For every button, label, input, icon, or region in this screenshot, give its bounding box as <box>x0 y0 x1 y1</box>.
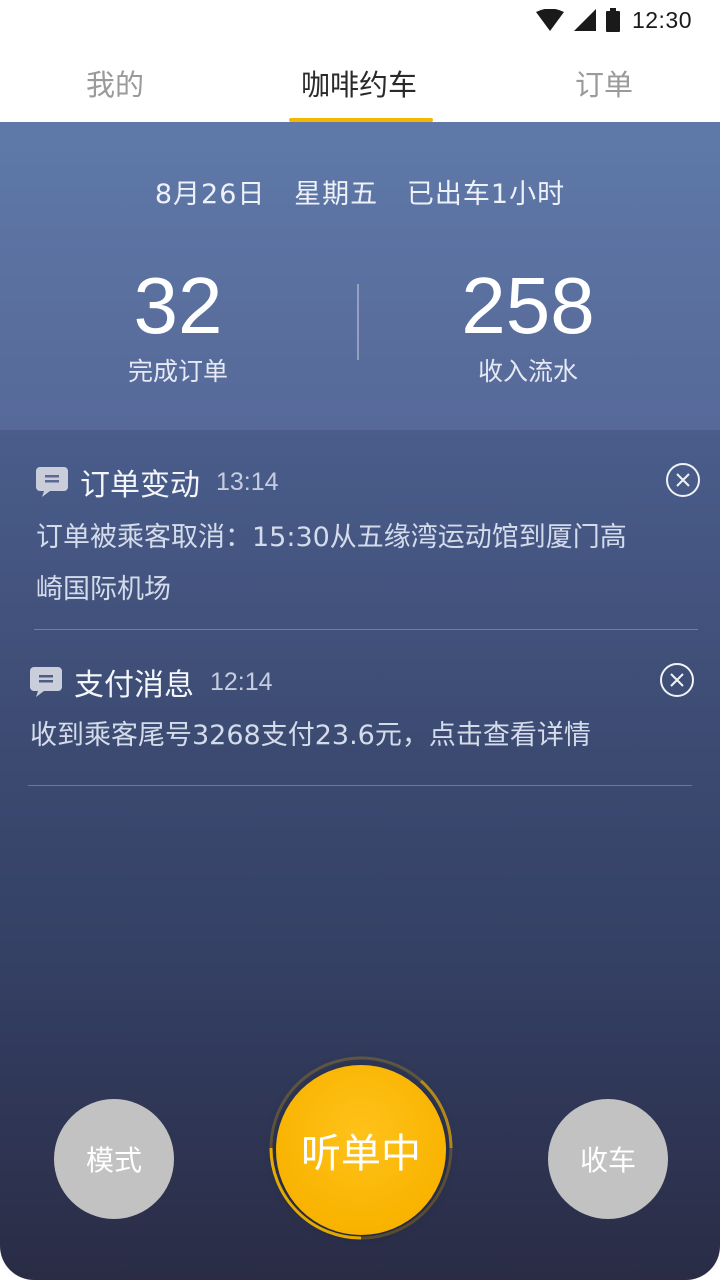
notice-body: 订单被乘客取消：15:30从五缘湾运动馆到厦门高 崎国际机场 <box>36 512 706 616</box>
chat-icon <box>36 467 68 497</box>
status-bar: 12:30 <box>0 0 720 40</box>
notice-divider <box>34 629 698 630</box>
close-icon[interactable] <box>660 663 694 697</box>
notice-body: 收到乘客尾号3268支付23.6元，点击查看详情 <box>30 710 700 762</box>
stat-divider <box>357 284 359 360</box>
notice-header: 订单变动 13:14 <box>36 460 279 504</box>
notice-divider <box>28 785 692 786</box>
notice-body-line: 崎国际机场 <box>36 574 171 605</box>
battery-icon <box>605 8 620 32</box>
duration-text: 已出车1小时 <box>406 179 566 210</box>
date-line: 8月26日 星期五 已出车1小时 <box>0 172 720 211</box>
notice-title: 订单变动 <box>80 468 200 503</box>
date-text: 8月26日 <box>154 179 266 210</box>
notice-header: 支付消息 12:14 <box>30 660 273 704</box>
close-icon[interactable] <box>666 463 700 497</box>
notice-body-line: 收到乘客尾号3268支付23.6元，点击查看详情 <box>30 720 591 751</box>
signal-icon <box>573 9 596 31</box>
mode-button[interactable]: 模式 <box>54 1099 174 1219</box>
top-tab-bar: 我的 咖啡约车 订单 <box>0 40 720 122</box>
income-value: 258 <box>461 261 595 350</box>
completed-orders-label: 完成订单 <box>127 357 228 386</box>
notice-title: 支付消息 <box>74 668 194 703</box>
listen-orders-button[interactable]: 听单中 <box>276 1065 446 1235</box>
wifi-icon <box>535 9 564 31</box>
weekday-text: 星期五 <box>294 179 379 210</box>
notice-order-change[interactable]: 订单变动 13:14 订单被乘客取消：15:30从五缘湾运动馆到厦门高 崎国际机… <box>0 452 720 632</box>
summary-panel: 8月26日 星期五 已出车1小时 32 完成订单 258 收入流水 <box>0 122 720 430</box>
tab-mine[interactable]: 我的 <box>86 62 144 104</box>
app-screen: 12:30 我的 咖啡约车 订单 8月26日 星期五 已出车1小时 32 完成订… <box>0 0 720 1280</box>
completed-orders-stat[interactable]: 32 完成订单 <box>100 266 256 388</box>
tab-orders[interactable]: 订单 <box>575 62 633 104</box>
status-time: 12:30 <box>631 6 692 33</box>
notice-time: 12:14 <box>210 667 273 696</box>
income-stat[interactable]: 258 收入流水 <box>440 266 616 388</box>
notice-payment[interactable]: 支付消息 12:14 收到乘客尾号3268支付23.6元，点击查看详情 <box>0 652 720 772</box>
finish-shift-button[interactable]: 收车 <box>548 1099 668 1219</box>
tab-coffee-ride[interactable]: 咖啡约车 <box>301 62 417 104</box>
notice-time: 13:14 <box>216 467 279 496</box>
notice-body-line: 订单被乘客取消：15:30从五缘湾运动馆到厦门高 <box>36 522 627 553</box>
income-label: 收入流水 <box>477 357 578 386</box>
completed-orders-value: 32 <box>133 261 223 350</box>
chat-icon <box>30 667 62 697</box>
